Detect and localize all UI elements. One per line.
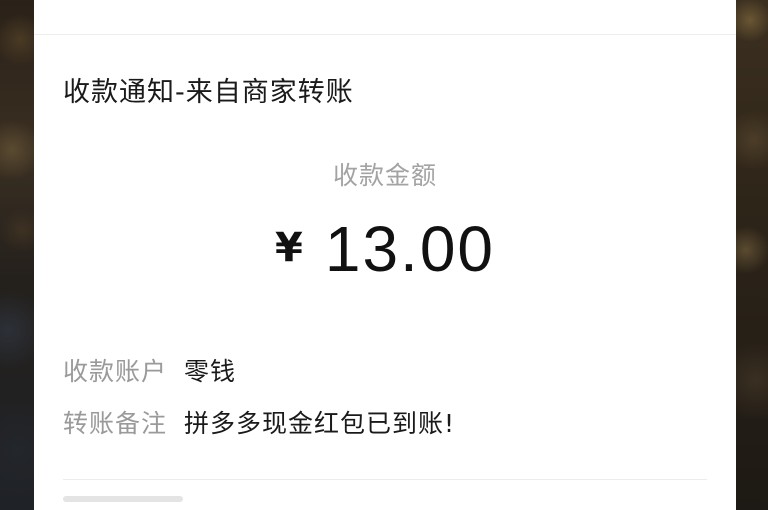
footer-divider — [63, 479, 707, 480]
payment-notification-card[interactable]: 收款通知-来自商家转账 收款金额 ¥13.00 收款账户 零钱 转账备注 拼多多现金… — [34, 0, 736, 510]
transfer-remark-value: 拼多多现金红包已到账! — [184, 409, 456, 438]
footer-link-partial[interactable] — [63, 496, 183, 502]
notification-title: 收款通知-来自商家转账 — [63, 77, 354, 108]
amount-label: 收款金额 — [332, 161, 437, 190]
transfer-remark-label: 转账备注 — [63, 409, 168, 438]
receiving-account-label: 收款账户 — [63, 357, 168, 386]
currency-symbol: ¥ — [275, 225, 303, 271]
receiving-account-row: 收款账户 零钱 — [63, 352, 236, 388]
background-photo-right — [734, 0, 768, 510]
amount-display: ¥13.00 — [34, 212, 736, 286]
amount-value: 13.00 — [324, 213, 495, 285]
transfer-remark-row: 转账备注 拼多多现金红包已到账! — [63, 404, 455, 440]
header-divider — [34, 34, 736, 35]
screen: 收款通知-来自商家转账 收款金额 ¥13.00 收款账户 零钱 转账备注 拼多多现金… — [0, 0, 768, 510]
receiving-account-value: 零钱 — [184, 357, 237, 386]
